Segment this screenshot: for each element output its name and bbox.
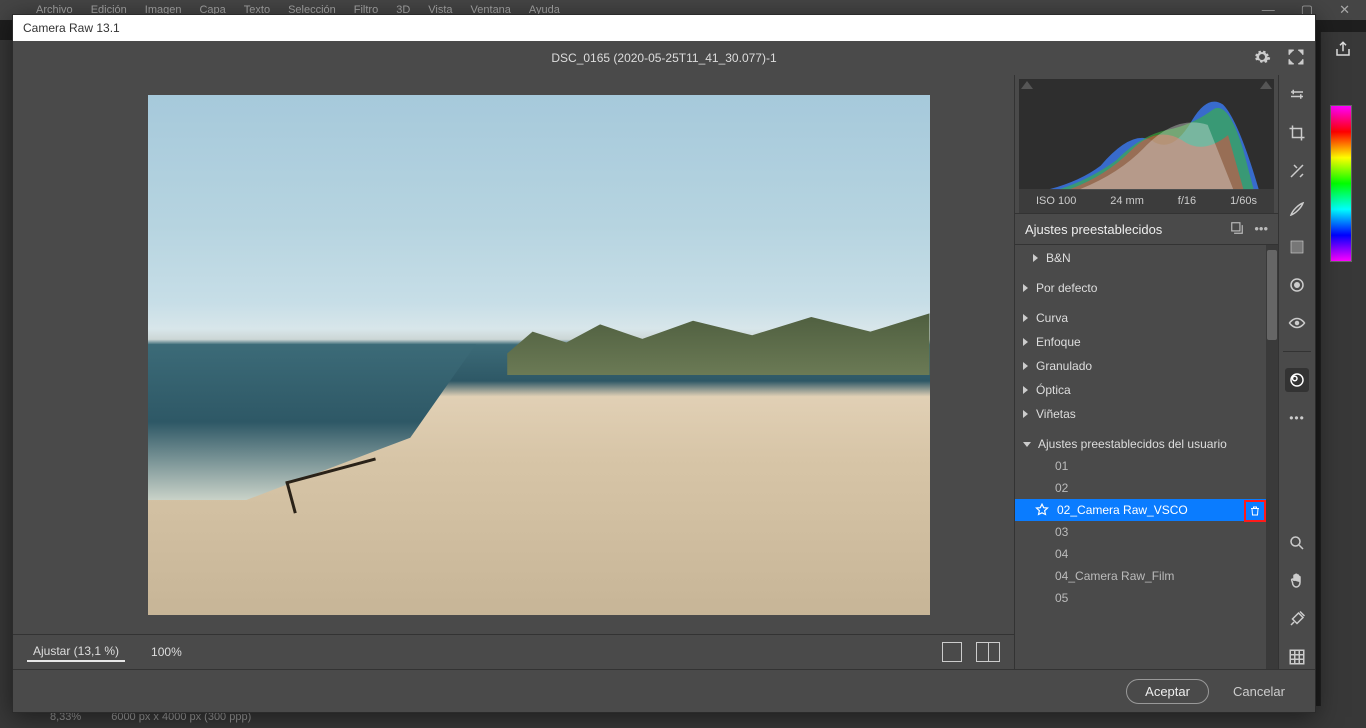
- presets-panel-header: Ajustes preestablecidos •••: [1015, 213, 1278, 245]
- grid-tool-icon[interactable]: [1285, 645, 1309, 669]
- cr-filename: DSC_0165 (2020-05-25T11_41_30.077)-1: [551, 51, 776, 65]
- histogram[interactable]: [1019, 79, 1274, 189]
- exif-row: ISO 100 24 mm f/16 1/60s: [1019, 189, 1274, 213]
- exif-shutter: 1/60s: [1230, 195, 1257, 207]
- preset-05[interactable]: 05: [1015, 587, 1278, 609]
- group-user-presets[interactable]: Ajustes preestablecidos del usuario: [1015, 433, 1278, 455]
- zoom-100[interactable]: 100%: [145, 643, 188, 661]
- chevron-right-icon: [1033, 254, 1038, 262]
- before-view-icon[interactable]: [942, 642, 962, 662]
- exif-iso: ISO 100: [1036, 195, 1076, 207]
- more-tool-icon[interactable]: •••: [1285, 406, 1309, 430]
- chevron-right-icon: [1023, 284, 1028, 292]
- presets-scrollbar[interactable]: [1266, 245, 1278, 669]
- edit-tool-icon[interactable]: [1285, 83, 1309, 107]
- cr-titlebar: Camera Raw 13.1: [13, 15, 1315, 41]
- chevron-right-icon: [1023, 386, 1028, 394]
- new-preset-icon[interactable]: [1230, 221, 1244, 238]
- delete-preset-button[interactable]: [1244, 500, 1266, 522]
- group-curva[interactable]: Curva: [1015, 307, 1278, 329]
- fullscreen-icon[interactable]: [1287, 48, 1305, 69]
- cr-bottombar: Ajustar (13,1 %) 100%: [13, 634, 1014, 669]
- compare-view-icon[interactable]: [976, 642, 1000, 662]
- star-icon[interactable]: [1035, 503, 1049, 517]
- crop-tool-icon[interactable]: [1285, 121, 1309, 145]
- preset-04[interactable]: 04: [1015, 543, 1278, 565]
- share-icon[interactable]: [1332, 38, 1354, 60]
- sampler-tool-icon[interactable]: [1285, 607, 1309, 631]
- brush-tool-icon[interactable]: [1285, 197, 1309, 221]
- settings-icon[interactable]: [1253, 48, 1271, 69]
- chevron-right-icon: [1023, 314, 1028, 322]
- presets-panel-title: Ajustes preestablecidos: [1025, 222, 1162, 237]
- cr-canvas[interactable]: [13, 75, 1014, 634]
- preset-01[interactable]: 01: [1015, 455, 1278, 477]
- zoom-tool-icon[interactable]: [1285, 531, 1309, 555]
- exif-focal: 24 mm: [1110, 195, 1144, 207]
- cr-tool-strip: •••: [1278, 75, 1315, 669]
- group-bn[interactable]: B&N: [1015, 247, 1278, 269]
- accept-button[interactable]: Aceptar: [1126, 679, 1209, 704]
- preset-02[interactable]: 02: [1015, 477, 1278, 499]
- camera-raw-window: Camera Raw 13.1 DSC_0165 (2020-05-25T11_…: [12, 14, 1316, 713]
- preset-03[interactable]: 03: [1015, 521, 1278, 543]
- presets-tree: B&N Por defecto Curva Enfoque Granulado …: [1015, 245, 1278, 669]
- group-enfoque[interactable]: Enfoque: [1015, 331, 1278, 353]
- presets-tool-icon[interactable]: [1285, 368, 1309, 392]
- radial-tool-icon[interactable]: [1285, 273, 1309, 297]
- group-granulado[interactable]: Granulado: [1015, 355, 1278, 377]
- gradient-tool-icon[interactable]: [1285, 235, 1309, 259]
- chevron-right-icon: [1023, 410, 1028, 418]
- cr-header: DSC_0165 (2020-05-25T11_41_30.077)-1: [13, 41, 1315, 75]
- group-optica[interactable]: Óptica: [1015, 379, 1278, 401]
- redeye-tool-icon[interactable]: [1285, 311, 1309, 335]
- cr-footer: Aceptar Cancelar: [13, 669, 1315, 712]
- zoom-fit[interactable]: Ajustar (13,1 %): [27, 642, 125, 662]
- group-vinetas[interactable]: Viñetas: [1015, 403, 1278, 425]
- cancel-button[interactable]: Cancelar: [1233, 684, 1285, 699]
- preset-02-camera-raw-vsco[interactable]: 02_Camera Raw_VSCO: [1015, 499, 1278, 521]
- chevron-right-icon: [1023, 362, 1028, 370]
- preset-04-camera-raw-film[interactable]: 04_Camera Raw_Film: [1015, 565, 1278, 587]
- color-spectrum[interactable]: [1330, 105, 1352, 262]
- hand-tool-icon[interactable]: [1285, 569, 1309, 593]
- window-close-icon[interactable]: ✕: [1333, 2, 1356, 18]
- group-por-defecto[interactable]: Por defecto: [1015, 277, 1278, 299]
- cr-image-preview: [148, 95, 930, 615]
- more-icon[interactable]: •••: [1254, 221, 1268, 238]
- cr-title: Camera Raw 13.1: [23, 21, 120, 35]
- heal-tool-icon[interactable]: [1285, 159, 1309, 183]
- exif-aperture: f/16: [1178, 195, 1196, 207]
- chevron-down-icon: [1023, 442, 1031, 447]
- chevron-right-icon: [1023, 338, 1028, 346]
